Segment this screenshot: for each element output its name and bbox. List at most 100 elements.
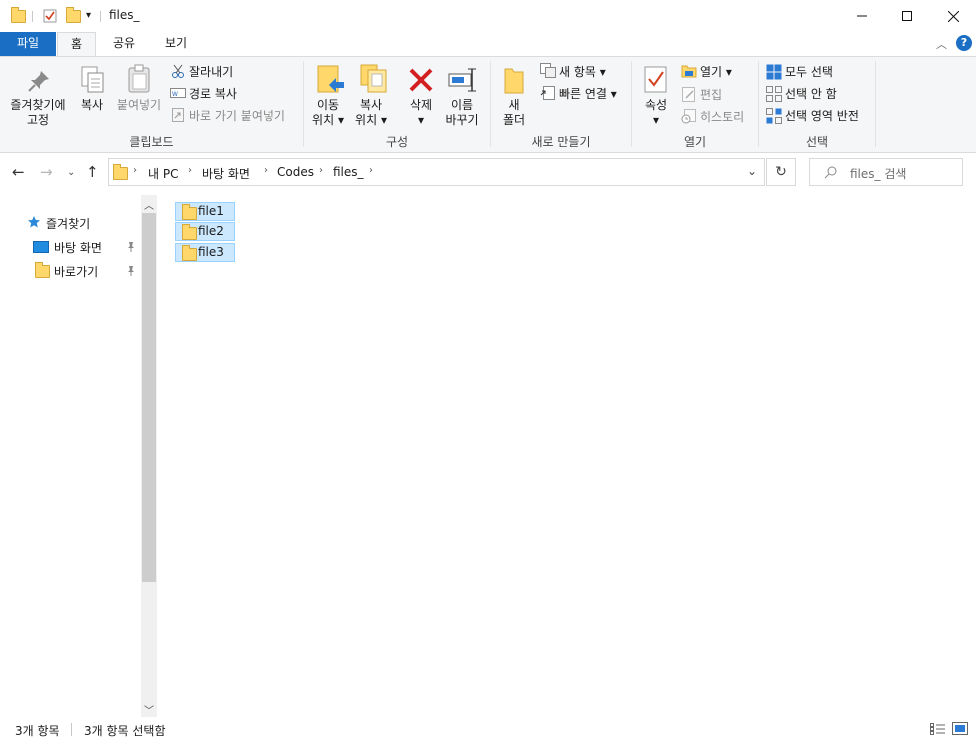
forward-arrow-icon[interactable]: → <box>40 163 53 181</box>
close-button[interactable] <box>930 0 976 32</box>
copy-to-icon <box>359 63 389 95</box>
history-button[interactable]: 히스토리 <box>700 108 744 125</box>
search-input[interactable]: files_ 검색 <box>850 165 906 182</box>
tab-home[interactable]: 홈 <box>57 32 96 56</box>
paste-button[interactable]: 붙여넣기 <box>114 98 164 113</box>
breadcrumb-this-pc[interactable]: 내 PC <box>148 165 178 182</box>
nav-scrollbar-thumb[interactable] <box>142 213 156 582</box>
tab-share[interactable]: 공유 <box>100 32 148 56</box>
search-box[interactable]: files_ 검색 <box>809 158 963 186</box>
move-to-button[interactable]: 이동 위치 ▾ <box>307 98 349 128</box>
divider <box>100 11 101 22</box>
open-icon <box>681 64 697 78</box>
pin-label-1: 즐겨찾기에 <box>10 98 66 112</box>
rename-label-2: 바꾸기 <box>445 113 479 127</box>
recent-locations-icon[interactable]: ⌄ <box>67 167 75 178</box>
list-item[interactable]: file2 <box>175 222 235 241</box>
address-bar[interactable]: › 내 PC › 바탕 화면 › Codes › files_ › ⌄ <box>108 158 765 186</box>
select-all-icon <box>766 64 782 80</box>
tab-file[interactable]: 파일 <box>0 32 56 56</box>
breadcrumb-separator-icon[interactable]: › <box>188 165 192 176</box>
minimize-button[interactable] <box>839 0 885 32</box>
easy-access-button[interactable]: 빠른 연결 ▾ <box>559 85 617 102</box>
title-bar: ▾ files_ <box>0 0 976 32</box>
scroll-down-icon[interactable]: ﹀ <box>144 702 154 717</box>
maximize-button[interactable] <box>884 0 930 32</box>
breadcrumb-separator-icon[interactable]: › <box>133 165 137 176</box>
window-title: files_ <box>109 8 140 22</box>
customize-quick-access-icon[interactable]: ▾ <box>86 10 91 21</box>
divider <box>71 723 72 736</box>
folder-icon <box>11 7 26 23</box>
folder-icon <box>113 164 128 180</box>
open-button[interactable]: 열기 ▾ <box>700 63 732 80</box>
copy-icon <box>80 65 106 95</box>
group-label-clipboard: 클립보드 <box>129 135 174 149</box>
new-folder-button[interactable]: 새 폴더 <box>496 98 532 128</box>
group-label-organize: 구성 <box>385 135 409 149</box>
breadcrumb-separator-icon[interactable]: › <box>264 165 268 176</box>
ribbon-tabs: 파일 홈 공유 보기 ︿ ? <box>0 32 976 56</box>
move-to-icon <box>316 64 346 96</box>
edit-icon <box>682 87 696 102</box>
edit-button[interactable]: 편집 <box>700 86 722 103</box>
pin-icon[interactable] <box>126 265 136 277</box>
rename-button[interactable]: 이름 바꾸기 <box>440 98 484 128</box>
delete-button[interactable]: 삭제 ▾ <box>402 98 440 128</box>
new-folder-quick-icon[interactable] <box>66 7 81 23</box>
properties-quick-icon[interactable] <box>43 8 57 23</box>
scroll-up-icon[interactable]: ︿ <box>144 197 154 212</box>
move-label-1: 이동 <box>316 98 340 112</box>
breadcrumb-separator-icon[interactable]: › <box>319 165 323 176</box>
folder-icon <box>182 224 197 240</box>
file-list: file1 file2 file3 <box>160 194 976 718</box>
breadcrumb-separator-icon[interactable]: › <box>369 165 373 176</box>
copy-to-button[interactable]: 복사 위치 ▾ <box>350 98 392 128</box>
select-all-button[interactable]: 모두 선택 <box>785 63 833 80</box>
nav-item-shortcut[interactable]: 바로가기 <box>54 263 98 280</box>
search-icon <box>824 165 838 179</box>
breadcrumb-files[interactable]: files_ <box>333 165 364 179</box>
cut-button[interactable]: 잘라내기 <box>189 63 233 80</box>
address-history-chevron-icon[interactable]: ⌄ <box>747 164 757 178</box>
new-item-icon <box>540 63 556 78</box>
folder-icon <box>35 262 50 278</box>
new-folder-icon <box>503 65 525 95</box>
properties-button[interactable]: 속성 ▾ <box>638 98 674 128</box>
up-arrow-icon[interactable]: ↑ <box>86 163 99 181</box>
nav-quick-access[interactable]: 즐겨찾기 <box>46 215 90 232</box>
details-view-icon[interactable] <box>930 723 946 735</box>
refresh-button[interactable]: ↻ <box>766 158 796 186</box>
refresh-icon: ↻ <box>775 164 787 180</box>
select-none-button[interactable]: 선택 안 함 <box>785 85 837 102</box>
paste-icon <box>127 64 153 94</box>
pin-label-2: 고정 <box>26 113 50 127</box>
list-item[interactable]: file3 <box>175 243 235 262</box>
help-icon[interactable]: ? <box>956 35 972 51</box>
breadcrumb-codes[interactable]: Codes <box>277 165 314 179</box>
delete-icon <box>408 67 434 93</box>
new-folder-label-2: 폴더 <box>502 113 526 127</box>
list-item[interactable]: file1 <box>175 202 235 221</box>
copy-path-button[interactable]: 경로 복사 <box>189 85 237 102</box>
breadcrumb-desktop[interactable]: 바탕 화면 <box>202 165 250 182</box>
paste-shortcut-button[interactable]: 바로 가기 붙여넣기 <box>189 107 285 124</box>
pin-to-quick-access-button[interactable]: 즐겨찾기에 고정 <box>5 98 71 128</box>
rename-label-1: 이름 <box>450 98 474 112</box>
tab-view[interactable]: 보기 <box>152 32 200 56</box>
folder-icon <box>182 245 197 261</box>
pin-icon[interactable] <box>126 241 136 253</box>
nav-item-desktop[interactable]: 바탕 화면 <box>54 239 102 256</box>
copy-button[interactable]: 복사 <box>76 98 108 113</box>
invert-selection-button[interactable]: 선택 영역 반전 <box>785 107 859 124</box>
easy-access-icon <box>540 86 556 101</box>
star-icon <box>27 215 41 229</box>
select-none-icon <box>766 86 782 102</box>
paste-shortcut-icon <box>172 108 184 122</box>
back-arrow-icon[interactable]: ← <box>12 163 25 181</box>
copy-to-label-1: 복사 <box>359 98 383 112</box>
navigation-pane: 즐겨찾기 바탕 화면 바로가기 <box>0 194 159 714</box>
large-icons-view-icon[interactable] <box>952 722 968 736</box>
new-item-button[interactable]: 새 항목 ▾ <box>559 63 606 80</box>
collapse-ribbon-icon[interactable]: ︿ <box>936 36 947 52</box>
